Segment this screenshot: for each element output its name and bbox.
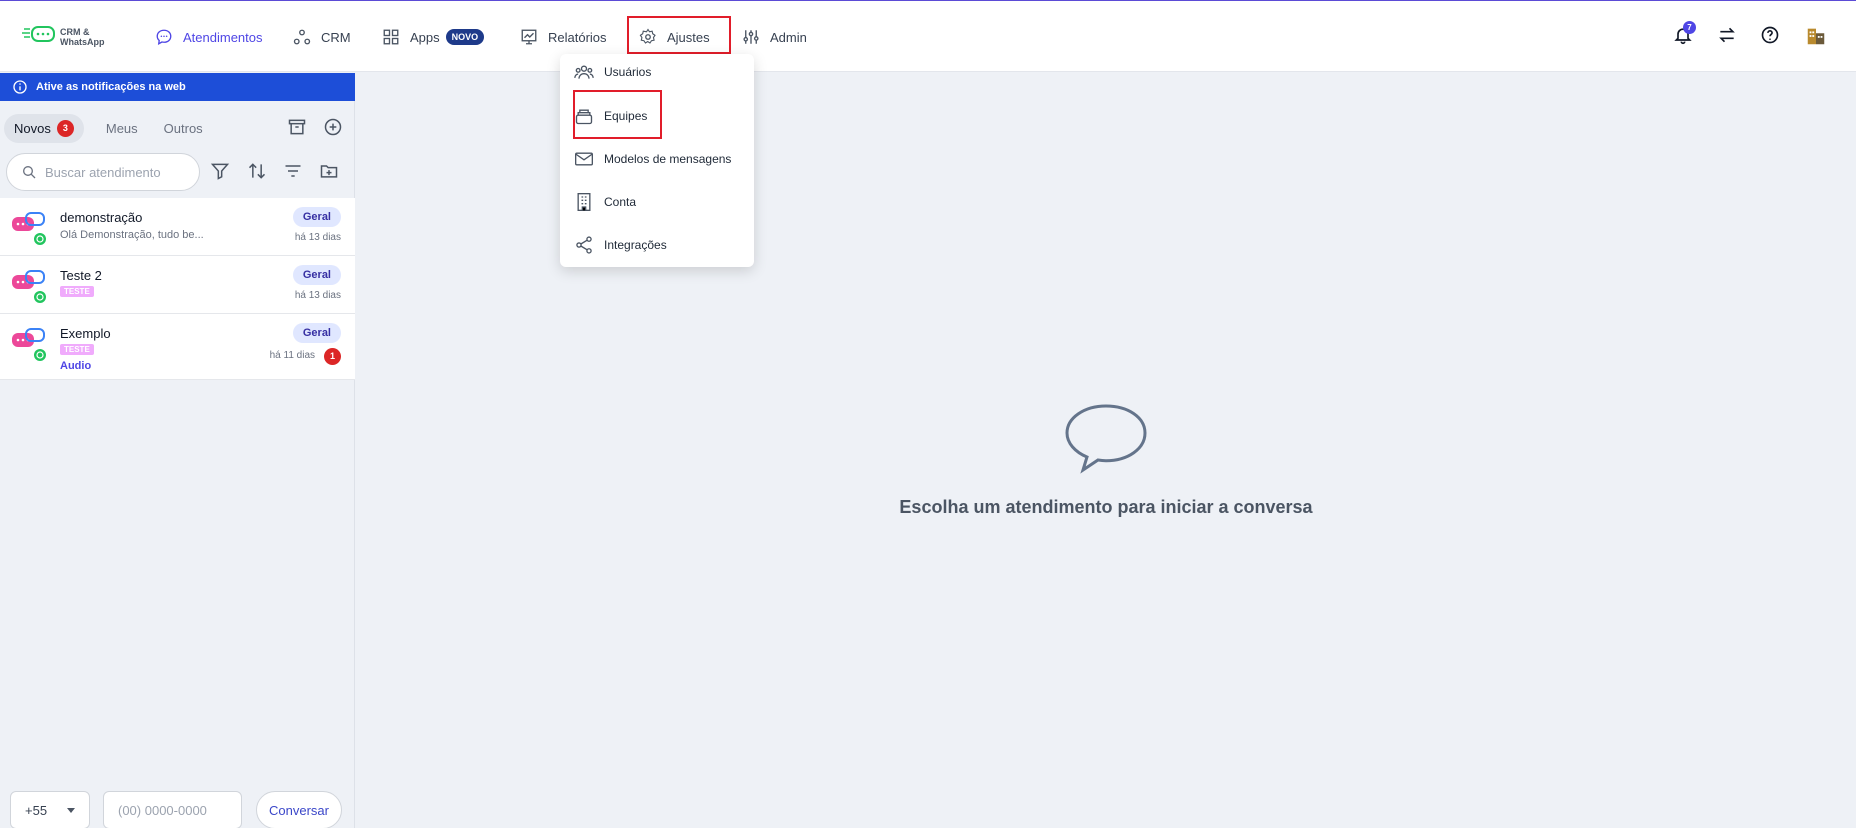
country-code-value: +55 xyxy=(25,802,48,818)
funnel-icon xyxy=(210,163,230,180)
new-chat-composer: +55 Conversar xyxy=(0,791,355,828)
menu-item-label: Modelos de mensagens xyxy=(604,152,732,166)
tab-meus[interactable]: Meus xyxy=(96,115,148,142)
tab-outros-label: Outros xyxy=(163,120,203,136)
sort-arrows-icon xyxy=(248,163,266,179)
logo[interactable]: CRM & WhatsApp xyxy=(22,25,122,49)
info-icon xyxy=(13,80,27,94)
contact-name: Teste 2 xyxy=(60,268,102,283)
nav-crm-label: CRM xyxy=(321,29,351,45)
menu-item-modelos-mensagens[interactable]: Modelos de mensagens xyxy=(560,141,754,177)
contact-name: demonstração xyxy=(60,210,143,225)
filter-button[interactable] xyxy=(210,161,232,183)
conversation-row[interactable]: Teste 2 TESTE Geral há 13 dias xyxy=(0,256,355,314)
conversations-sidebar: Novos 3 Meus Outros demonstração Olá Dem… xyxy=(0,101,355,828)
envelope-icon xyxy=(575,152,593,166)
team-badge: Geral xyxy=(292,207,341,227)
conversation-row[interactable]: Exemplo TESTE Audio Geral há 11 dias 1 xyxy=(0,314,355,380)
share-icon xyxy=(576,236,592,254)
whatsapp-chat-avatar-icon xyxy=(12,212,46,245)
lines-filter-icon xyxy=(285,165,301,177)
new-badge: NOVO xyxy=(445,29,485,45)
conversar-button[interactable]: Conversar xyxy=(256,791,342,828)
ajustes-highlight-box xyxy=(627,16,731,54)
nav-admin[interactable]: Admin xyxy=(742,25,807,49)
conversation-list: demonstração Olá Demonstração, tudo be..… xyxy=(0,198,355,380)
search-icon xyxy=(23,166,36,179)
speech-bubble-icon xyxy=(1065,404,1147,474)
notifications-banner[interactable]: Ative as notificações na web xyxy=(0,73,355,101)
contact-name: Exemplo xyxy=(60,326,111,341)
equipes-highlight-box xyxy=(573,90,662,139)
options-button[interactable] xyxy=(283,161,305,183)
company-button[interactable] xyxy=(1805,25,1829,49)
tag-label: TESTE xyxy=(60,286,94,297)
users-icon xyxy=(574,65,594,79)
team-badge: Geral xyxy=(292,265,341,285)
message-preview: Olá Demonstração, tudo be... xyxy=(60,229,204,241)
grid-icon xyxy=(383,29,399,45)
menu-item-conta[interactable]: Conta xyxy=(560,184,754,220)
phone-input[interactable] xyxy=(103,791,242,828)
whatsapp-chat-avatar-icon xyxy=(12,270,46,303)
sliders-icon xyxy=(743,30,759,44)
tab-outros[interactable]: Outros xyxy=(154,115,213,142)
logo-text: CRM & WhatsApp xyxy=(60,27,105,47)
nav-relatorios[interactable]: Relatórios xyxy=(520,25,607,49)
help-icon xyxy=(1761,26,1779,44)
tab-novos[interactable]: Novos 3 xyxy=(4,113,84,143)
nav-apps-label: Apps xyxy=(410,29,440,45)
nav-admin-label: Admin xyxy=(770,29,807,45)
country-code-select[interactable]: +55 xyxy=(10,791,90,828)
sort-button[interactable] xyxy=(247,161,269,183)
search-input[interactable] xyxy=(45,164,185,180)
whatsapp-chat-avatar-icon xyxy=(12,328,46,361)
tab-meus-label: Meus xyxy=(105,120,138,136)
menu-item-label: Usuários xyxy=(604,65,652,79)
archive-button[interactable] xyxy=(287,117,309,139)
archive-icon xyxy=(288,119,306,135)
nav-relatorios-label: Relatórios xyxy=(548,29,607,45)
ajustes-dropdown-menu: Usuários Equipes Modelos de mensagens Co… xyxy=(560,54,754,267)
logo-icon xyxy=(22,26,55,42)
folder-plus-icon xyxy=(320,165,338,178)
folder-add-button[interactable] xyxy=(319,161,341,183)
chat-icon xyxy=(156,29,172,45)
notifications-button[interactable]: 7 xyxy=(1673,21,1697,49)
help-button[interactable] xyxy=(1760,25,1784,49)
building-icon xyxy=(577,193,591,211)
menu-item-label: Conta xyxy=(604,195,637,209)
nav-crm[interactable]: CRM xyxy=(293,25,351,49)
crm-icon xyxy=(293,29,311,45)
search-box[interactable] xyxy=(6,153,200,191)
timestamp: há 13 dias xyxy=(294,290,341,301)
nav-atendimentos[interactable]: Atendimentos xyxy=(155,25,263,49)
chart-icon xyxy=(521,29,537,45)
tag-label: TESTE xyxy=(60,344,94,355)
nav-atendimentos-label: Atendimentos xyxy=(183,29,263,45)
tab-novos-label: Novos xyxy=(14,120,51,136)
tab-novos-count: 3 xyxy=(56,119,74,137)
menu-item-label: Integrações xyxy=(604,238,667,252)
switch-button[interactable] xyxy=(1717,25,1741,49)
buildings-icon xyxy=(1807,28,1825,45)
notifications-count: 7 xyxy=(1683,21,1696,34)
plus-circle-icon xyxy=(324,118,342,136)
team-badge: Geral xyxy=(292,323,341,343)
empty-state-message: Escolha um atendimento para iniciar a co… xyxy=(899,497,1313,517)
top-navbar: CRM & WhatsApp Atendimentos CRM Apps NOVO… xyxy=(0,0,1856,72)
timestamp: há 13 dias xyxy=(294,232,341,243)
new-conversation-button[interactable] xyxy=(323,117,345,139)
conversation-tabs: Novos 3 Meus Outros xyxy=(4,113,219,143)
banner-text: Ative as notificações na web xyxy=(36,81,186,93)
menu-item-integracoes[interactable]: Integrações xyxy=(560,227,754,263)
menu-item-usuarios[interactable]: Usuários xyxy=(560,54,754,90)
last-message-type: Audio xyxy=(60,360,92,372)
chevron-down-icon xyxy=(67,808,75,813)
timestamp: há 11 dias xyxy=(269,350,315,361)
swap-arrows-icon xyxy=(1719,27,1735,43)
conversation-row[interactable]: demonstração Olá Demonstração, tudo be..… xyxy=(0,198,355,256)
nav-apps[interactable]: Apps NOVO xyxy=(382,25,485,49)
unread-count: 1 xyxy=(324,348,341,365)
